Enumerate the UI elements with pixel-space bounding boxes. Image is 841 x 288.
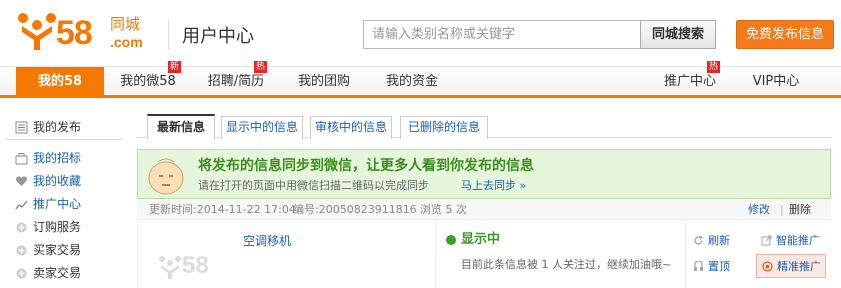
new-badge: 新 bbox=[168, 61, 181, 73]
sidebar-item-label: 订购服务 bbox=[33, 220, 82, 234]
list-icon bbox=[15, 121, 28, 134]
chart-icon bbox=[15, 200, 28, 210]
precise-promotion-button[interactable]: 精准推广 bbox=[756, 254, 826, 278]
hot-badge: 热 bbox=[254, 61, 267, 73]
smart-promo-icon bbox=[761, 235, 772, 246]
search-input[interactable]: 请输入类别名称或关键字 bbox=[363, 20, 641, 49]
listing-title-link[interactable]: 空调移机 bbox=[243, 232, 291, 249]
hot-badge: 热 bbox=[707, 61, 720, 73]
tab-reviewing[interactable]: 审核中的信息 bbox=[310, 116, 392, 139]
action-separator: | bbox=[780, 203, 784, 216]
listing-number: 编号:20050823911816 bbox=[293, 203, 417, 216]
listing-info-bar: 更新时间:2014-11-22 17:04 编号:20050823911816 … bbox=[137, 200, 831, 220]
plus-icon bbox=[16, 222, 27, 233]
sidebar: 我的发布 我的招标 我的收藏 推广中心 订购服务 买家交易 卖家交易 bbox=[5, 116, 120, 285]
sidebar-item-label: 我的招标 bbox=[33, 151, 82, 165]
tab-showing[interactable]: 显示中的信息 bbox=[221, 116, 303, 139]
pin-top-link[interactable]: 置顶 bbox=[708, 259, 730, 275]
plus-icon bbox=[16, 268, 27, 279]
sidebar-divider bbox=[5, 139, 123, 140]
nav-label: 推广中心 bbox=[663, 74, 716, 89]
main-nav: 我的58 我的微58 新 招聘/简历 热 我的团购 我的资金 推广中心 热 VI… bbox=[0, 61, 841, 98]
sync-now-link[interactable]: 马上去同步 » bbox=[461, 179, 526, 193]
nav-item-jobs[interactable]: 招聘/简历 热 bbox=[198, 61, 274, 96]
nav-label: 招聘/简历 bbox=[207, 74, 265, 89]
search-button[interactable]: 同城搜索 bbox=[640, 20, 716, 49]
banner-headline: 将发布的信息同步到微信，让更多人看到你发布的信息 bbox=[198, 158, 534, 174]
sidebar-item-bids[interactable]: 我的招标 bbox=[5, 147, 120, 170]
tab-latest[interactable]: 最新信息 bbox=[147, 114, 215, 139]
nav-item-promotion[interactable]: 推广中心 热 bbox=[652, 61, 728, 96]
heart-icon bbox=[16, 176, 27, 186]
edit-link[interactable]: 修改 bbox=[748, 200, 770, 220]
nav-item-vip[interactable]: VIP中心 bbox=[738, 67, 814, 96]
page-title: 用户中心 bbox=[182, 26, 254, 47]
sidebar-item-my-posts[interactable]: 我的发布 bbox=[5, 116, 120, 139]
delete-link[interactable]: 删除 bbox=[789, 200, 811, 220]
nav-item-funds[interactable]: 我的资金 bbox=[374, 67, 450, 96]
status-description: 目前此条信息被 1 人关注过，继续加油哦~ bbox=[461, 258, 672, 271]
nav-label: 我的微58 bbox=[120, 74, 176, 89]
logo-placeholder-icon bbox=[159, 256, 181, 279]
briefcase-icon bbox=[15, 153, 28, 165]
logo-number: 58 bbox=[56, 14, 93, 52]
listing-thumbnail[interactable]: 58 bbox=[158, 249, 228, 285]
sidebar-item-label: 买家交易 bbox=[33, 243, 82, 257]
listing-row: 58 空调移机 显示中 目前此条信息被 1 人关注过，继续加油哦~ 刷新 智能推… bbox=[137, 221, 831, 288]
banner-subtext: 请在打开的页面中用微信扫描二维码以完成同步 bbox=[198, 179, 429, 192]
logo-mascot-icon bbox=[18, 13, 56, 50]
tab-deleted[interactable]: 已删除的信息 bbox=[400, 116, 488, 139]
column-divider bbox=[685, 221, 686, 288]
status-label: 显示中 bbox=[461, 232, 501, 247]
update-time: 更新时间:2014-11-22 17:04 bbox=[149, 203, 296, 216]
sidebar-item-label: 我的收藏 bbox=[33, 174, 82, 188]
sidebar-item-label: 推广中心 bbox=[33, 197, 82, 211]
sidebar-item-services[interactable]: 订购服务 bbox=[5, 216, 120, 239]
view-count: 浏览 5 次 bbox=[420, 203, 467, 216]
target-icon bbox=[762, 261, 773, 272]
mascot-face-icon bbox=[148, 158, 184, 195]
plus-icon bbox=[16, 245, 27, 256]
column-divider bbox=[435, 221, 436, 288]
nav-item-group-buy[interactable]: 我的团购 bbox=[286, 67, 362, 96]
refresh-link[interactable]: 刷新 bbox=[708, 233, 730, 249]
status-dot-icon bbox=[446, 235, 456, 245]
sidebar-item-label: 卖家交易 bbox=[33, 266, 82, 280]
sidebar-item-promotion[interactable]: 推广中心 bbox=[5, 193, 120, 216]
placeholder-logo-text: 58 bbox=[182, 252, 209, 279]
logo-58[interactable]: 58 同城 .com bbox=[14, 10, 164, 56]
tab-bar: 最新信息 显示中的信息 审核中的信息 已删除的信息 bbox=[137, 114, 831, 139]
logo-cn-text: 同城 bbox=[110, 15, 141, 33]
pin-top-icon bbox=[694, 261, 703, 271]
sidebar-item-favorites[interactable]: 我的收藏 bbox=[5, 170, 120, 193]
sidebar-item-label: 我的发布 bbox=[33, 120, 82, 134]
sidebar-item-buyer[interactable]: 买家交易 bbox=[5, 239, 120, 262]
wechat-sync-banner: 将发布的信息同步到微信，让更多人看到你发布的信息 请在打开的页面中用微信扫描二维… bbox=[137, 149, 831, 199]
header: 58 同城 .com 用户中心 请输入类别名称或关键字 同城搜索 免费发布信息 bbox=[0, 0, 841, 66]
sidebar-item-seller[interactable]: 卖家交易 bbox=[5, 262, 120, 285]
nav-item-my58[interactable]: 我的58 bbox=[16, 67, 104, 96]
header-divider bbox=[168, 20, 169, 50]
precise-promotion-label: 精准推广 bbox=[777, 260, 821, 273]
refresh-icon bbox=[694, 235, 703, 245]
nav-item-weibo[interactable]: 我的微58 新 bbox=[110, 61, 186, 96]
free-post-button[interactable]: 免费发布信息 bbox=[736, 20, 834, 49]
logo-com-text: .com bbox=[110, 34, 143, 50]
smart-promotion-link[interactable]: 智能推广 bbox=[776, 233, 820, 249]
